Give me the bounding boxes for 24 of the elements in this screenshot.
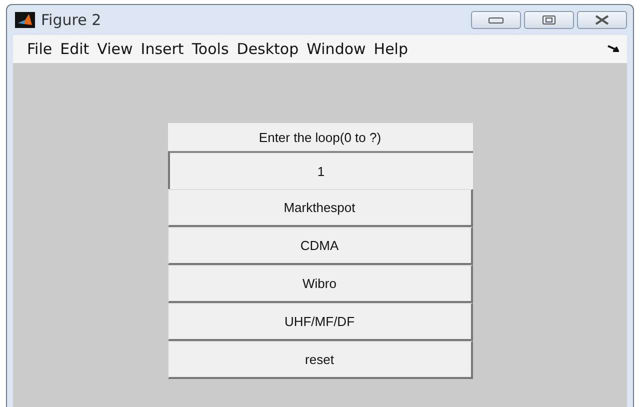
action-button[interactable]: reset — [168, 341, 472, 379]
loop-count-field[interactable]: 1 — [168, 151, 472, 189]
app-logo-icon — [15, 12, 35, 28]
maximize-icon — [542, 15, 556, 25]
menu-item[interactable]: Window — [302, 40, 370, 58]
close-icon — [594, 15, 610, 25]
toolbar-toggle-icon[interactable] — [607, 44, 619, 54]
action-button[interactable]: CDMA — [168, 227, 472, 265]
action-button[interactable]: Markthespot — [168, 189, 472, 227]
loop-prompt-label: Enter the loop(0 to ?) — [168, 123, 472, 151]
window-title: Figure 2 — [41, 11, 102, 29]
menu-item[interactable]: Edit — [56, 40, 94, 58]
close-button[interactable] — [577, 11, 627, 29]
maximize-button[interactable] — [524, 11, 574, 29]
menu-item[interactable]: Desktop — [232, 40, 303, 58]
minimize-icon — [488, 16, 504, 24]
menu-item[interactable]: File — [23, 40, 56, 58]
action-button[interactable]: Wibro — [168, 265, 472, 303]
action-button[interactable]: UHF/MF/DF — [168, 303, 472, 341]
menu-item[interactable]: View — [93, 40, 137, 58]
minimize-button[interactable] — [471, 11, 521, 29]
menu-item[interactable]: Tools — [188, 40, 233, 58]
menu-item[interactable]: Help — [370, 40, 412, 58]
menu-item[interactable]: Insert — [136, 40, 188, 58]
